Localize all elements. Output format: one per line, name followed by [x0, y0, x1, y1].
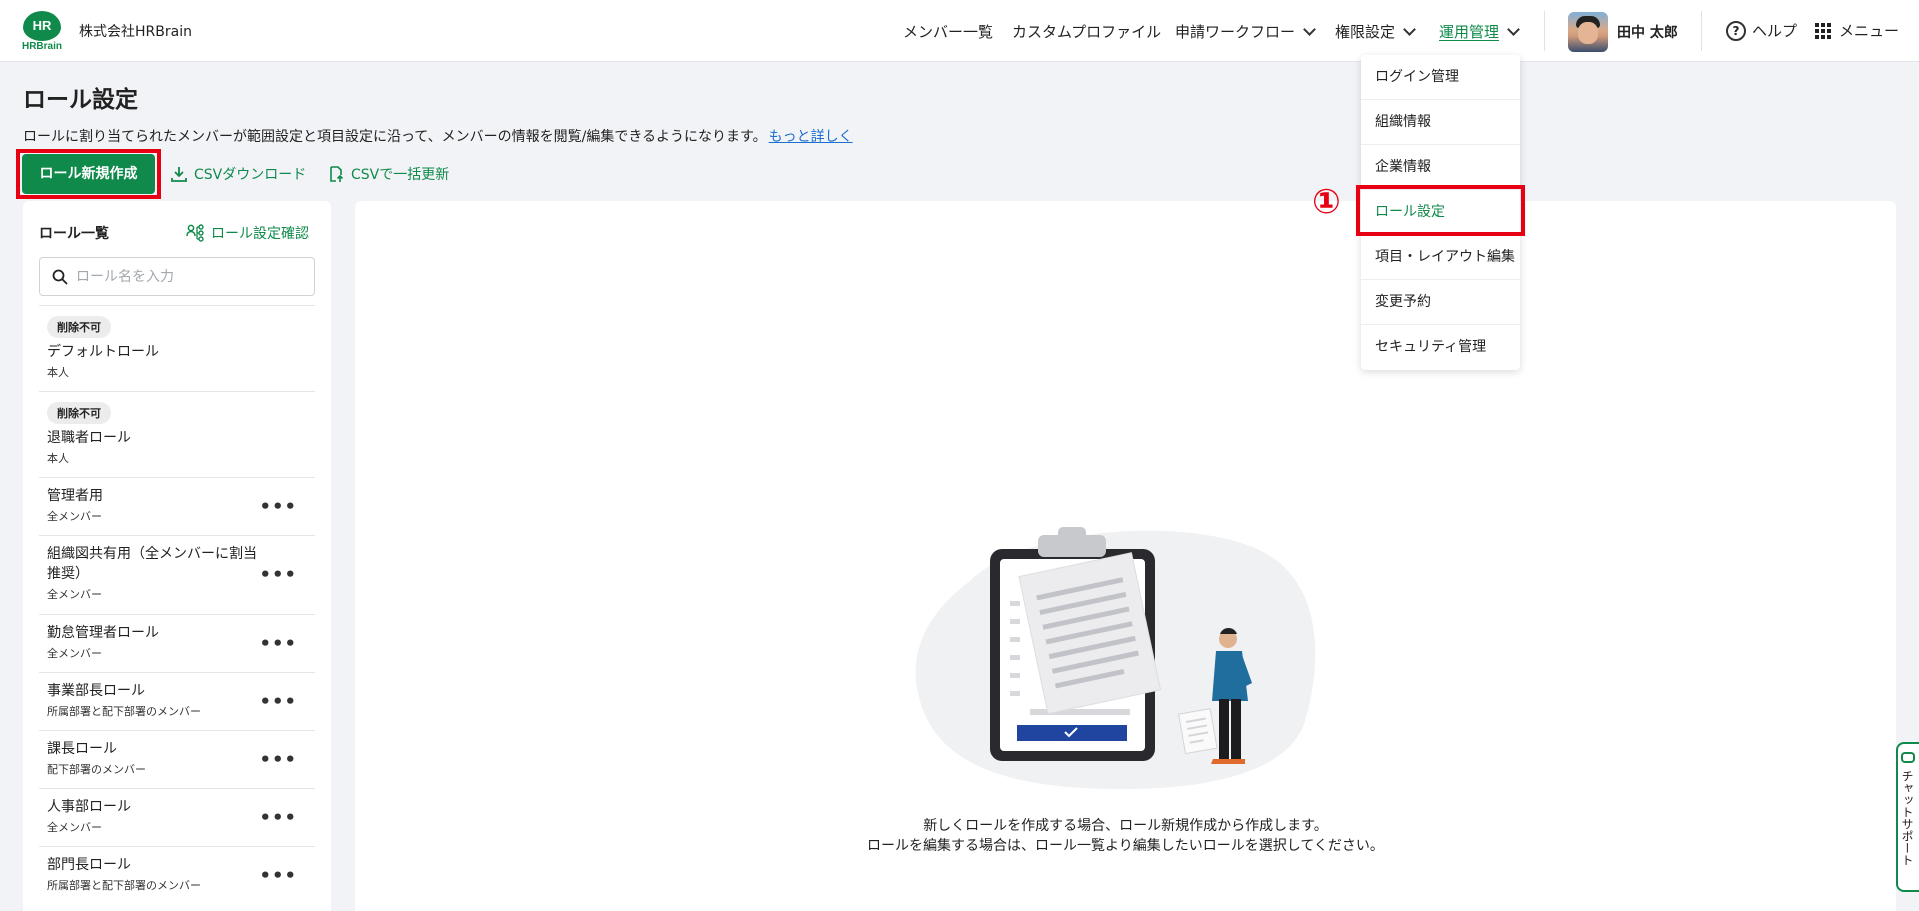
menu-item-security-management[interactable]: セキュリティ管理 [1361, 325, 1520, 370]
role-scope: 全メンバー [47, 588, 102, 601]
menu-item-company-info[interactable]: 企業情報 [1361, 145, 1520, 190]
role-list: 削除不可 デフォルトロール 本人 削除不可 退職者ロール 本人 管理者用 全メン… [39, 305, 315, 904]
role-scope: 本人 [47, 366, 69, 379]
empty-state-line-2: ロールを編集する場合は、ロール一覧より編集したいロールを選択してください。 [867, 838, 1384, 854]
role-item-retired[interactable]: 削除不可 退職者ロール 本人 [39, 391, 315, 477]
chat-bubble-icon [1901, 752, 1915, 763]
role-item-hr[interactable]: 人事部ロール 全メンバー ••• [39, 788, 315, 846]
more-options-icon[interactable]: ••• [259, 496, 297, 517]
role-name: デフォルトロール [47, 344, 159, 360]
file-upload-icon [330, 166, 344, 182]
nav-operations[interactable]: 運用管理 [1439, 21, 1520, 42]
menu-button[interactable]: メニュー [1815, 20, 1899, 41]
more-options-icon[interactable]: ••• [259, 691, 297, 712]
divider [1544, 11, 1545, 51]
download-icon [171, 167, 187, 182]
page-description: ロールに割り当てられたメンバーが範囲設定と項目設定に沿って、メンバーの情報を閲覧… [23, 126, 853, 146]
divider [1701, 11, 1702, 51]
more-options-icon[interactable]: ••• [259, 633, 297, 654]
role-settings-confirm-link[interactable]: ロール設定確認 [186, 223, 309, 243]
role-item-admin[interactable]: 管理者用 全メンバー ••• [39, 477, 315, 535]
nav-member-list[interactable]: メンバー一覧 [903, 21, 993, 42]
menu-item-scheduled-changes[interactable]: 変更予約 [1361, 280, 1520, 325]
undeletable-badge: 削除不可 [47, 402, 111, 424]
role-detail-panel: 新しくロールを作成する場合、ロール新規作成から作成します。 ロールを編集する場合… [355, 201, 1896, 911]
chat-support-label: チャットサポート [1900, 770, 1914, 866]
nav-label: 権限設定 [1335, 23, 1396, 41]
grid-icon [1815, 22, 1831, 39]
more-options-icon[interactable]: ••• [259, 807, 297, 828]
help-circle-icon: ? [1726, 20, 1746, 41]
logo-wordmark: HRBrain [21, 41, 62, 52]
more-options-icon[interactable]: ••• [259, 865, 297, 886]
more-options-icon[interactable]: ••• [259, 565, 297, 586]
highlight-box-new-role [16, 149, 161, 199]
undeletable-badge: 削除不可 [47, 316, 111, 338]
description-text: ロールに割り当てられたメンバーが範囲設定と項目設定に沿って、メンバーの情報を閲覧… [23, 129, 767, 145]
role-item-default[interactable]: 削除不可 デフォルトロール 本人 [39, 305, 315, 391]
role-search-input[interactable] [76, 268, 296, 285]
role-list-title: ロール一覧 [39, 226, 109, 242]
help-button[interactable]: ? ヘルプ [1726, 20, 1797, 41]
company-name: 株式会社HRBrain [79, 24, 192, 40]
role-tree-icon [186, 224, 204, 242]
role-item-section-chief[interactable]: 課長ロール 配下部署のメンバー ••• [39, 730, 315, 788]
csv-download-label: CSVダウンロード [194, 167, 307, 183]
role-item-attendance[interactable]: 勤怠管理者ロール 全メンバー ••• [39, 614, 315, 672]
nav-label: 運用管理 [1439, 23, 1500, 41]
empty-state-line-1: 新しくロールを作成する場合、ロール新規作成から作成します。 [923, 818, 1328, 834]
nav-label: 申請ワークフロー [1175, 23, 1296, 41]
role-item-org-chart[interactable]: 組織図共有用（全メンバーに割当推奨） 全メンバー ••• [39, 535, 315, 614]
role-search-field[interactable] [39, 257, 315, 296]
empty-state-illustration [915, 527, 1316, 790]
chevron-down-icon [1403, 22, 1416, 36]
nav-workflow[interactable]: 申請ワークフロー [1175, 21, 1316, 42]
menu-item-organization-info[interactable]: 組織情報 [1361, 100, 1520, 145]
more-options-icon[interactable]: ••• [259, 749, 297, 770]
menu-item-login-management[interactable]: ログイン管理 [1361, 55, 1520, 100]
help-label: ヘルプ [1752, 22, 1798, 40]
role-item-division-head[interactable]: 事業部長ロール 所属部署と配下部署のメンバー ••• [39, 672, 315, 730]
avatar[interactable] [1568, 12, 1608, 52]
csv-download-button[interactable]: CSVダウンロード [170, 164, 306, 184]
chat-support-tab[interactable]: チャットサポート [1896, 742, 1919, 892]
highlight-box-role-settings [1356, 185, 1525, 236]
top-header: HR HRBrain 株式会社HRBrain メンバー一覧 カスタムプロファイル… [0, 0, 1919, 62]
more-details-link[interactable]: もっと詳しく [769, 129, 853, 145]
csv-bulk-update-label: CSVで一括更新 [351, 167, 450, 183]
nav-label: メンバー一覧 [903, 23, 994, 41]
menu-label: メニュー [1839, 22, 1900, 40]
page-title: ロール設定 [23, 87, 138, 113]
chevron-down-icon [1303, 22, 1316, 36]
hrbrain-logo[interactable]: HR HRBrain [20, 11, 64, 53]
search-icon [52, 269, 68, 285]
role-settings-confirm-label: ロール設定確認 [211, 226, 309, 242]
csv-bulk-update-button[interactable]: CSVで一括更新 [327, 164, 449, 184]
user-name[interactable]: 田中 太郎 [1617, 22, 1678, 42]
annotation-marker-1: ① [1312, 182, 1341, 222]
role-scope: 本人 [47, 452, 69, 465]
role-list-panel: ロール一覧 ロール設定確認 削除不可 デフォルトロール 本人 削除不可 退職者ロ… [23, 201, 331, 911]
logo-mark: HR [23, 11, 61, 41]
nav-permissions[interactable]: 権限設定 [1335, 21, 1416, 42]
chevron-down-icon [1507, 22, 1520, 36]
menu-item-field-layout-edit[interactable]: 項目・レイアウト編集 [1361, 235, 1520, 280]
role-item-department-head[interactable]: 部門長ロール 所属部署と配下部署のメンバー ••• [39, 846, 315, 904]
role-name: 退職者ロール [47, 430, 131, 446]
nav-custom-profile[interactable]: カスタムプロファイル [1012, 21, 1161, 42]
nav-label: カスタムプロファイル [1012, 23, 1162, 41]
